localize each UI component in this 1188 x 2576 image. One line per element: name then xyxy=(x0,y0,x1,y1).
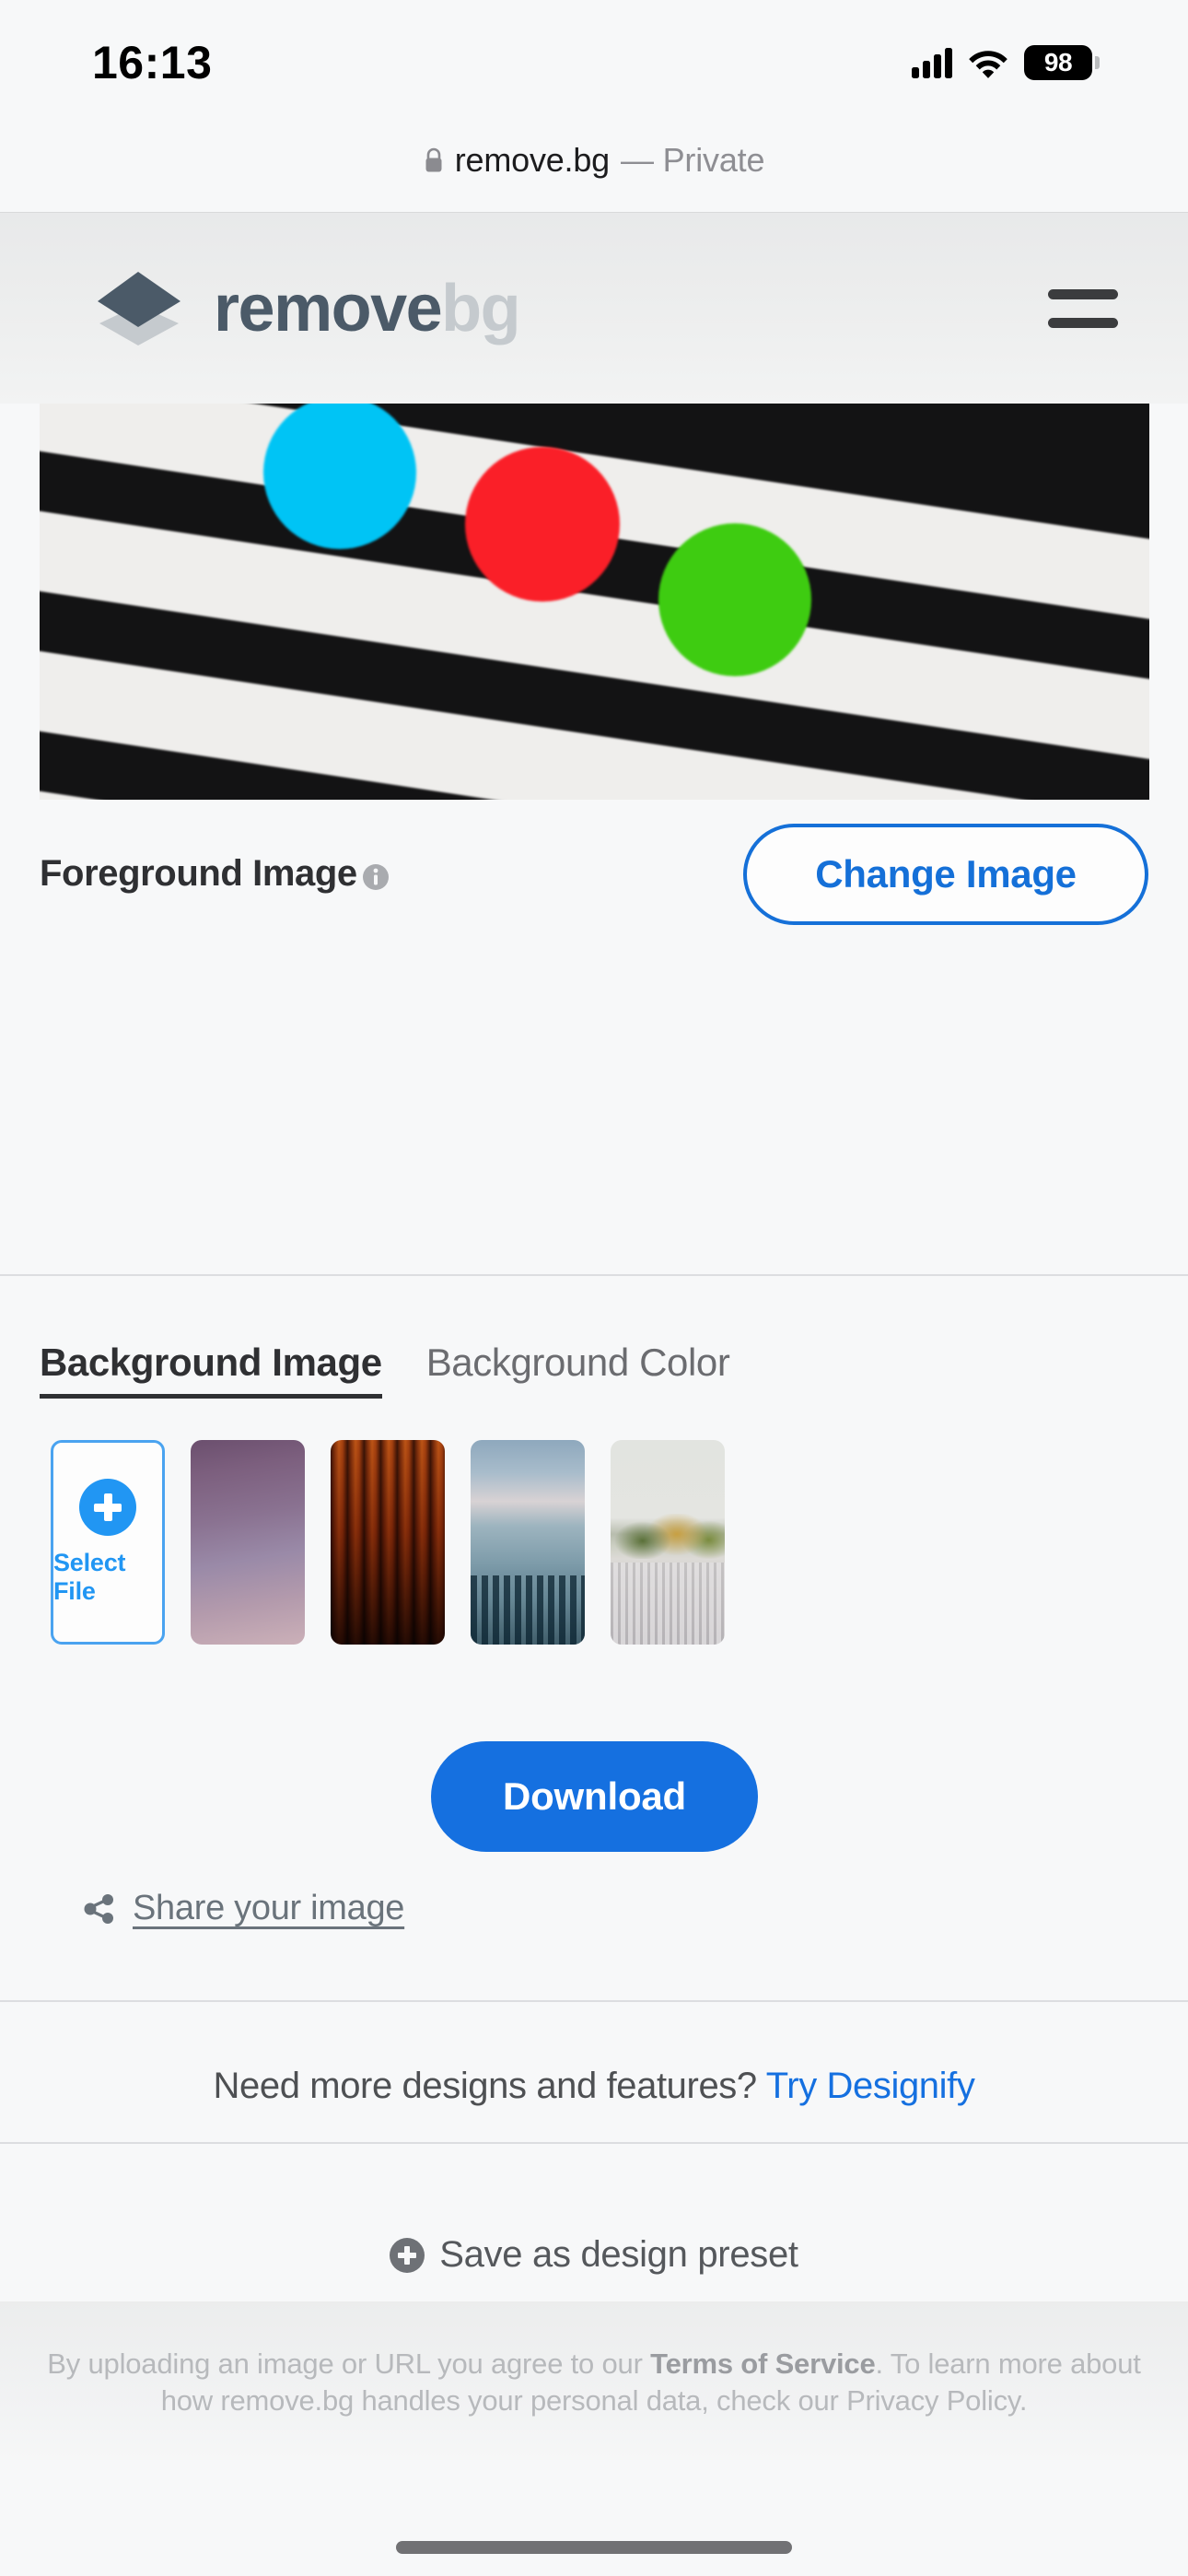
share-icon xyxy=(84,1893,113,1924)
status-indicators: 98 xyxy=(912,45,1100,80)
tab-background-image[interactable]: Background Image xyxy=(40,1341,382,1399)
url-host: remove.bg xyxy=(454,141,611,179)
tab-background-color[interactable]: Background Color xyxy=(426,1341,730,1394)
thumbnail-city-skyline[interactable] xyxy=(471,1440,585,1645)
plus-circle-icon xyxy=(79,1479,136,1536)
section-divider-top xyxy=(0,1274,1188,1276)
hamburger-menu-icon[interactable] xyxy=(1048,286,1118,332)
foreground-image-preview[interactable] xyxy=(40,404,1149,800)
footer-text-part1: By uploading an image or URL you agree t… xyxy=(47,2348,651,2380)
cyan-circle xyxy=(263,404,416,549)
save-design-preset-label: Save as design preset xyxy=(439,2234,798,2275)
brand-remove-text: remove xyxy=(214,271,443,345)
preview-canvas xyxy=(40,404,1149,800)
phone-screen: 16:13 98 remove.bg — Private removebg Fo… xyxy=(0,0,1188,2576)
wifi-icon xyxy=(969,51,1007,78)
background-tabs: Background Image Background Color xyxy=(40,1341,730,1399)
browser-url-bar[interactable]: remove.bg — Private xyxy=(0,109,1188,213)
save-design-preset-button[interactable]: Save as design preset xyxy=(0,2234,1188,2276)
status-bar: 16:13 98 xyxy=(0,0,1188,109)
legal-footer: By uploading an image or URL you agree t… xyxy=(0,2301,1188,2460)
app-header: removebg xyxy=(0,213,1188,404)
brand-bg-text: bg xyxy=(441,271,520,345)
share-label: Share your image xyxy=(133,1889,405,1927)
url-private-label: — Private xyxy=(621,141,765,179)
green-circle xyxy=(658,523,811,676)
brand-wordmark: removebg xyxy=(214,271,521,345)
status-time: 16:13 xyxy=(92,37,213,88)
download-button[interactable]: Download xyxy=(431,1741,758,1852)
thumbnail-trees-wall[interactable] xyxy=(611,1440,725,1645)
designify-promo: Need more designs and features? Try Desi… xyxy=(0,2066,1188,2107)
select-file-tile[interactable]: Select File xyxy=(51,1440,165,1645)
change-image-button[interactable]: Change Image xyxy=(743,823,1148,925)
cellular-signal-icon xyxy=(912,47,952,78)
thumbnail-purple-gradient[interactable] xyxy=(191,1440,305,1645)
info-icon[interactable] xyxy=(361,862,390,892)
thumbnail-wooden-slats[interactable] xyxy=(331,1440,445,1645)
red-circle xyxy=(465,447,620,602)
foreground-image-label: Foreground Image xyxy=(40,853,357,894)
home-indicator[interactable] xyxy=(396,2541,792,2554)
foreground-image-row: Foreground Image Change Image xyxy=(0,800,1188,948)
battery-icon: 98 xyxy=(1024,45,1100,80)
battery-percent: 98 xyxy=(1043,48,1073,76)
select-file-label: Select File xyxy=(53,1549,126,1605)
terms-of-service-link[interactable]: Terms of Service xyxy=(650,2348,876,2380)
remove-bg-logo-icon xyxy=(98,271,181,345)
section-divider-preset-top xyxy=(0,2142,1188,2144)
plus-circle-icon xyxy=(390,2237,425,2273)
foreground-label-group: Foreground Image xyxy=(40,853,390,895)
lock-icon xyxy=(425,147,442,172)
background-thumbnail-strip: Select File xyxy=(51,1440,725,1645)
share-your-image-link[interactable]: Share your image xyxy=(83,1889,404,1928)
section-divider-promo-top xyxy=(0,2000,1188,2002)
try-designify-link[interactable]: Try Designify xyxy=(766,2066,975,2106)
brand-logo[interactable]: removebg xyxy=(90,266,521,351)
designify-promo-text: Need more designs and features? xyxy=(213,2066,766,2106)
